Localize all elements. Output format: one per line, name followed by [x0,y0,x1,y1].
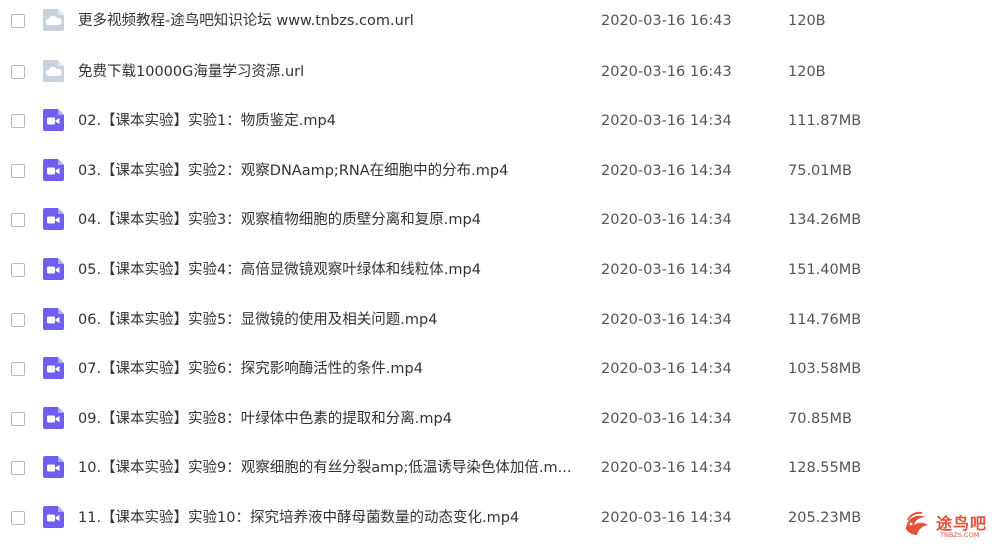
row-checkbox[interactable] [11,163,25,178]
row-checkbox[interactable] [11,312,25,327]
row-checkbox[interactable] [11,461,25,476]
file-modified-date: 2020-03-16 14:34 [601,212,732,229]
file-modified-date: 2020-03-16 14:34 [601,113,732,130]
watermark-domain: TNBZS.COM [940,531,980,539]
file-modified-date: 2020-03-16 14:34 [601,460,732,477]
file-row[interactable]: 02.【课本实验】实验1：物质鉴定.mp4 2020-03-16 14:34 1… [0,99,1000,149]
file-name[interactable]: 06.【课本实验】实验5：显微镜的使用及相关问题.mp4 [78,311,583,329]
file-row[interactable]: 06.【课本实验】实验5：显微镜的使用及相关问题.mp4 2020-03-16 … [0,298,1000,348]
file-name[interactable]: 02.【课本实验】实验1：物质鉴定.mp4 [78,112,583,130]
file-list: 更多视频教程-途鸟吧知识论坛 www.tnbzs.com.url 2020-03… [0,0,1000,544]
cloud-link-icon [42,8,66,32]
bird-logo-icon [900,507,934,541]
video-file-icon [42,207,66,231]
row-checkbox[interactable] [11,114,25,129]
file-name[interactable]: 10.【课本实验】实验9：观察细胞的有丝分裂amp;低温诱导染色体加倍.m... [78,459,583,477]
file-name[interactable]: 更多视频教程-途鸟吧知识论坛 www.tnbzs.com.url [78,12,583,30]
file-size: 70.85MB [788,410,852,427]
file-modified-date: 2020-03-16 14:34 [601,262,732,278]
row-checkbox[interactable] [11,14,25,28]
row-checkbox[interactable] [11,362,25,377]
file-name[interactable]: 09.【课本实验】实验8：叶绿体中色素的提取和分离.mp4 [78,410,583,428]
row-checkbox[interactable] [11,511,25,525]
file-modified-date: 2020-03-16 16:43 [601,13,732,29]
file-modified-date: 2020-03-16 14:34 [601,162,732,179]
file-row[interactable]: 更多视频教程-途鸟吧知识论坛 www.tnbzs.com.url 2020-03… [0,0,1000,50]
video-file-icon [42,356,66,380]
file-size: 128.55MB [788,460,862,477]
file-name[interactable]: 04.【课本实验】实验3：观察植物细胞的质壁分离和复原.mp4 [78,211,583,229]
file-name[interactable]: 11.【课本实验】实验10：探究培养液中酵母菌数量的动态变化.mp4 [78,509,583,527]
file-size: 103.58MB [788,361,862,378]
video-file-icon [42,158,66,182]
file-name[interactable]: 免费下载10000G海量学习资源.url [78,63,583,81]
video-file-icon [42,108,66,132]
row-checkbox[interactable] [11,411,25,426]
file-modified-date: 2020-03-16 14:34 [601,311,732,328]
file-row[interactable]: 免费下载10000G海量学习资源.url 2020-03-16 16:43 12… [0,50,1000,100]
video-file-icon [42,455,66,479]
watermark: 途鸟吧 TNBZS.COM [900,505,1000,544]
file-size: 134.26MB [788,212,862,229]
file-row[interactable]: 05.【课本实验】实验4：高倍显微镜观察叶绿体和线粒体.mp4 2020-03-… [0,248,1000,298]
file-row[interactable]: 09.【课本实验】实验8：叶绿体中色素的提取和分离.mp4 2020-03-16… [0,397,1000,447]
file-size: 120B [788,63,826,80]
file-size: 75.01MB [788,162,852,179]
file-name[interactable]: 03.【课本实验】实验2：观察DNAamp;RNA在细胞中的分布.mp4 [78,162,583,180]
file-name[interactable]: 07.【课本实验】实验6：探究影响酶活性的条件.mp4 [78,360,583,378]
cloud-link-icon [42,59,66,83]
file-size: 114.76MB [788,311,862,328]
row-checkbox[interactable] [11,213,25,228]
file-size: 151.40MB [788,262,862,278]
video-file-icon [42,257,66,281]
file-name[interactable]: 05.【课本实验】实验4：高倍显微镜观察叶绿体和线粒体.mp4 [78,261,583,279]
video-file-icon [42,307,66,331]
file-size: 120B [788,13,826,29]
video-file-icon [42,505,66,529]
file-row[interactable]: 11.【课本实验】实验10：探究培养液中酵母菌数量的动态变化.mp4 2020-… [0,496,1000,546]
file-modified-date: 2020-03-16 14:34 [601,361,732,378]
file-size: 205.23MB [788,510,862,526]
file-modified-date: 2020-03-16 14:34 [601,410,732,427]
row-checkbox[interactable] [11,263,25,277]
file-size: 111.87MB [788,113,862,130]
file-row[interactable]: 04.【课本实验】实验3：观察植物细胞的质壁分离和复原.mp4 2020-03-… [0,198,1000,248]
file-modified-date: 2020-03-16 16:43 [601,63,732,80]
file-row[interactable]: 10.【课本实验】实验9：观察细胞的有丝分裂amp;低温诱导染色体加倍.m...… [0,446,1000,496]
video-file-icon [42,406,66,430]
file-row[interactable]: 07.【课本实验】实验6：探究影响酶活性的条件.mp4 2020-03-16 1… [0,347,1000,397]
file-modified-date: 2020-03-16 14:34 [601,510,732,526]
file-row[interactable]: 03.【课本实验】实验2：观察DNAamp;RNA在细胞中的分布.mp4 202… [0,149,1000,199]
row-checkbox[interactable] [11,64,25,79]
